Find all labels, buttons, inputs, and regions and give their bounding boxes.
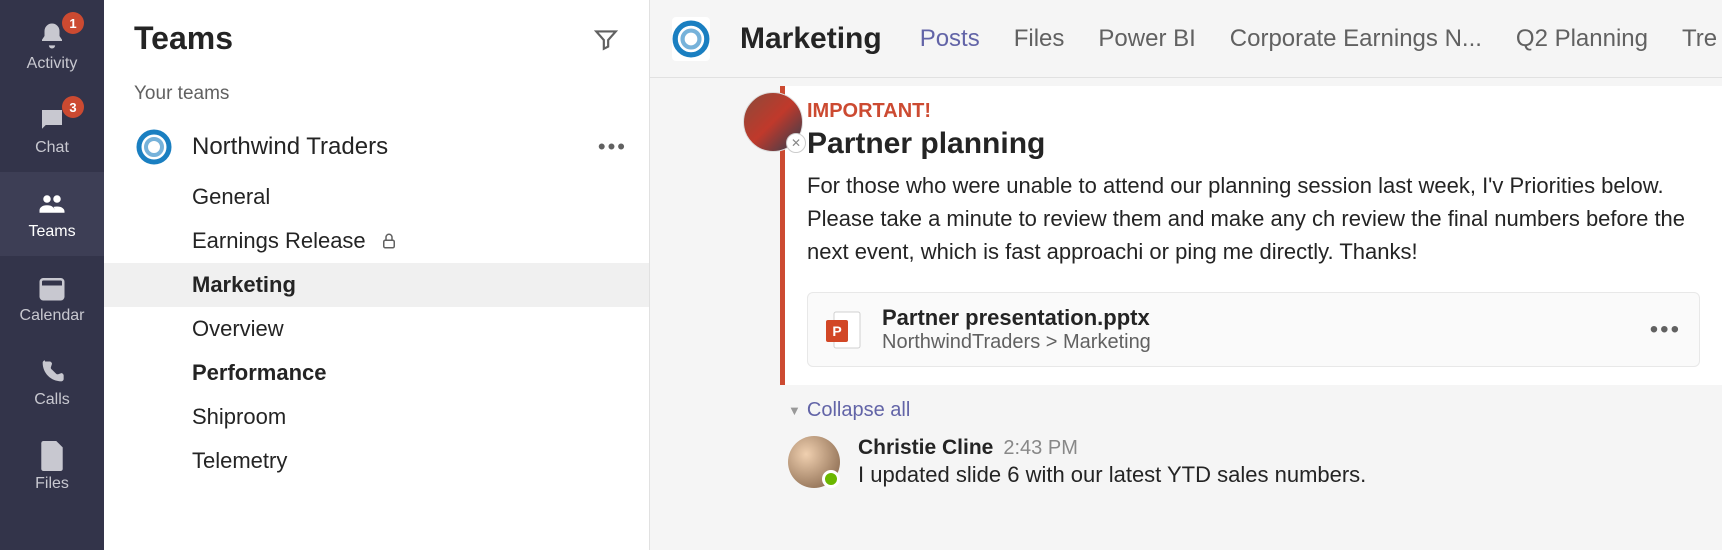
file-icon — [35, 439, 69, 473]
tab-files[interactable]: Files — [1014, 25, 1065, 53]
chat-badge: 3 — [62, 96, 84, 118]
section-your-teams: Your teams — [104, 69, 649, 119]
rail-label: Files — [35, 475, 69, 493]
channel-tabs: Posts Files Power BI Corporate Earnings … — [920, 25, 1717, 53]
powerpoint-icon: P — [826, 310, 862, 350]
phone-icon — [35, 355, 69, 389]
reply-item[interactable]: Christie Cline 2:43 PM I updated slide 6 … — [780, 436, 1722, 488]
tab-q2-planning[interactable]: Q2 Planning — [1516, 25, 1648, 53]
lock-icon — [380, 231, 398, 251]
main-area: Marketing Posts Files Power BI Corporate… — [650, 0, 1722, 550]
rail-teams[interactable]: Teams — [0, 172, 104, 256]
rail-chat[interactable]: 3 Chat — [0, 88, 104, 172]
rail-label: Chat — [35, 139, 69, 157]
team-more-icon[interactable]: ••• — [598, 134, 627, 160]
rail-label: Activity — [27, 55, 78, 73]
reply-time: 2:43 PM — [1003, 437, 1077, 459]
author-avatar[interactable]: ✕ — [743, 92, 803, 152]
app-rail: 1 Activity 3 Chat Teams Calendar Calls F… — [0, 0, 104, 550]
post-body: For those who were unable to attend our … — [807, 169, 1700, 268]
teams-sidebar: Teams Your teams Northwind Traders ••• G… — [104, 0, 650, 550]
channel-title: Marketing — [740, 22, 882, 56]
channel-label: Marketing — [192, 272, 296, 298]
activity-badge: 1 — [62, 12, 84, 34]
tab-corporate-earnings[interactable]: Corporate Earnings N... — [1230, 25, 1482, 53]
calendar-icon — [35, 271, 69, 305]
tab-powerbi[interactable]: Power BI — [1098, 25, 1195, 53]
channel-performance[interactable]: Performance — [104, 351, 649, 395]
reply-text: I updated slide 6 with our latest YTD sa… — [858, 462, 1366, 488]
reply-avatar[interactable] — [788, 436, 840, 488]
rail-activity[interactable]: 1 Activity — [0, 4, 104, 88]
rail-label: Calls — [34, 391, 70, 409]
status-away-icon: ✕ — [786, 133, 806, 153]
channel-marketing[interactable]: Marketing — [104, 263, 649, 307]
channel-shiproom[interactable]: Shiproom — [104, 395, 649, 439]
channel-label: Earnings Release — [192, 228, 366, 254]
rail-files[interactable]: Files — [0, 424, 104, 508]
channel-telemetry[interactable]: Telemetry — [104, 439, 649, 483]
post-title: Partner planning — [807, 127, 1700, 161]
collapse-label: Collapse all — [807, 399, 910, 422]
channel-earnings[interactable]: Earnings Release — [104, 219, 649, 263]
people-icon — [35, 187, 69, 221]
channel-label: General — [192, 184, 270, 210]
post-feed: ✕ IMPORTANT! Partner planning For those … — [650, 78, 1722, 550]
channel-label: Telemetry — [192, 448, 287, 474]
channel-logo-icon — [672, 17, 710, 61]
presence-available-icon — [822, 470, 840, 488]
team-logo-icon — [134, 127, 174, 167]
rail-label: Teams — [28, 223, 75, 241]
svg-text:P: P — [832, 323, 841, 339]
tab-tre[interactable]: Tre — [1682, 25, 1717, 53]
sidebar-title: Teams — [134, 20, 233, 57]
rail-calls[interactable]: Calls — [0, 340, 104, 424]
post-card[interactable]: ✕ IMPORTANT! Partner planning For those … — [780, 86, 1722, 385]
team-northwind[interactable]: Northwind Traders ••• — [104, 119, 649, 175]
tab-posts[interactable]: Posts — [920, 25, 980, 53]
chevron-down-icon: ▼ — [788, 403, 801, 418]
channel-label: Performance — [192, 360, 327, 386]
channel-label: Shiproom — [192, 404, 286, 430]
channel-overview[interactable]: Overview — [104, 307, 649, 351]
channel-general[interactable]: General — [104, 175, 649, 219]
channel-header: Marketing Posts Files Power BI Corporate… — [650, 0, 1722, 78]
team-name: Northwind Traders — [192, 133, 580, 161]
reply-author: Christie Cline — [858, 436, 993, 459]
important-flag: IMPORTANT! — [807, 100, 1700, 123]
attachment-card[interactable]: P Partner presentation.pptx NorthwindTra… — [807, 292, 1700, 367]
rail-calendar[interactable]: Calendar — [0, 256, 104, 340]
collapse-all-button[interactable]: ▼ Collapse all — [788, 399, 1722, 422]
attachment-location: NorthwindTraders > Marketing — [882, 331, 1151, 354]
channel-list: General Earnings Release Marketing Overv… — [104, 175, 649, 483]
channel-label: Overview — [192, 316, 284, 342]
rail-label: Calendar — [20, 307, 85, 325]
filter-icon[interactable] — [593, 26, 619, 52]
attachment-name: Partner presentation.pptx — [882, 305, 1151, 331]
attachment-more-icon[interactable]: ••• — [1650, 316, 1681, 344]
